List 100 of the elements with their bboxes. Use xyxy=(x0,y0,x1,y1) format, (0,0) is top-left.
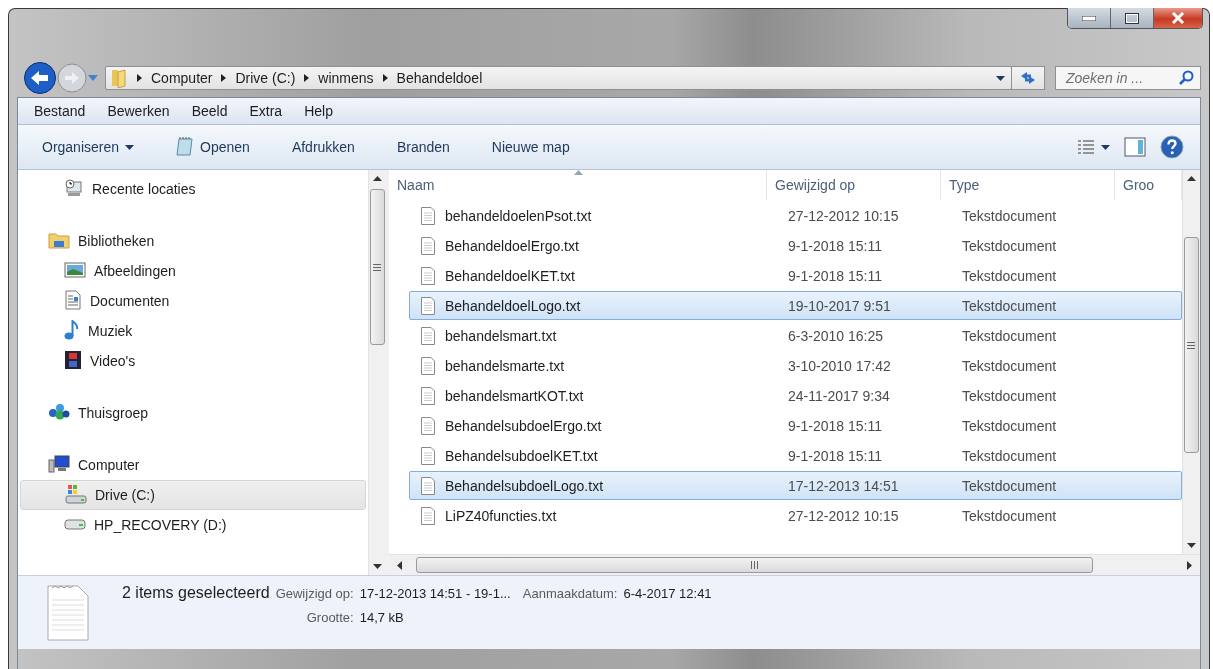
file-row[interactable]: BehandeldoelLogo.txt 19-10-2017 9:51 Tekstdocument xyxy=(409,291,1182,320)
menu-item[interactable]: Extra xyxy=(249,103,283,119)
detail-value: 17-12-2013 14:51 - 19-1... xyxy=(359,586,511,601)
breadcrumb[interactable]: Drive (C:) xyxy=(235,70,296,86)
column-header[interactable]: Naam xyxy=(389,170,767,200)
toolbar-button[interactable]: Nieuwe map xyxy=(491,139,570,155)
file-name: LiPZ40functies.txt xyxy=(445,507,557,524)
scroll-up-icon[interactable] xyxy=(373,176,382,181)
file-name: BehandeldoelErgo.txt xyxy=(445,237,579,254)
breadcrumb[interactable]: Computer xyxy=(151,70,213,86)
file-row[interactable]: behandelsmarte.txt 3-10-2010 17:42 Tekstdocument xyxy=(409,351,1182,380)
file-name: behandelsmart.txt xyxy=(445,327,557,344)
file-list-scrollbar[interactable] xyxy=(1182,170,1200,554)
text-file-icon xyxy=(420,475,436,496)
sidebar-item[interactable]: Recente locaties xyxy=(92,181,196,197)
breadcrumb[interactable]: winmens xyxy=(318,70,374,86)
music-note-icon xyxy=(64,319,80,340)
detail-label: Gewijzigd op: xyxy=(275,586,354,601)
file-row[interactable]: BehandelsubdoelKET.txt 9-1-2018 15:11 Tekstdocument xyxy=(409,441,1182,470)
menu-item[interactable]: Beeld xyxy=(191,103,228,119)
modified-date: 9-1-2018 15:11 xyxy=(788,417,883,434)
file-type: Tekstdocument xyxy=(962,417,1058,434)
sidebar-item[interactable]: Video's xyxy=(90,353,136,369)
sidebar-item[interactable]: Drive (C:) xyxy=(95,487,155,503)
detail-label: Grootte: xyxy=(305,610,354,625)
file-row[interactable]: BehandelsubdoelLogo.txt 17-12-2013 14:51 Tekstdocument xyxy=(409,471,1182,500)
grip-icon xyxy=(750,561,758,569)
minimize-button[interactable] xyxy=(1068,8,1111,28)
toolbar-button[interactable]: Branden xyxy=(396,139,450,155)
clock-computer-icon xyxy=(64,178,84,197)
chevron-icon xyxy=(382,74,388,82)
sidebar-item-highlight[interactable]: Drive (C:) xyxy=(20,480,366,510)
address-bar[interactable]: Computer Drive (C:) winmens Behandeldoel xyxy=(105,66,1012,90)
sidebar-item[interactable]: Thuisgroep xyxy=(78,405,149,421)
folder-icon xyxy=(110,68,128,88)
menu-item[interactable]: Bewerken xyxy=(107,103,170,119)
details-view-icon xyxy=(1077,140,1095,154)
sidebar-item[interactable]: Computer xyxy=(78,457,140,473)
text-file-icon xyxy=(420,355,436,376)
modified-date: 19-10-2017 9:51 xyxy=(788,297,892,314)
sidebar-item[interactable]: HP_RECOVERY (D:) xyxy=(94,517,227,533)
computer-icon xyxy=(48,454,70,473)
toolbar-button[interactable]: Afdrukken xyxy=(291,139,355,155)
sidebar-item[interactable]: Documenten xyxy=(90,293,170,309)
file-row[interactable]: behandelsmartKOT.txt 24-11-2017 9:34 Tekstdocument xyxy=(409,381,1182,410)
file-row[interactable]: behandeldoelenPsot.txt 27-12-2012 10:15 Tekstdocument xyxy=(409,201,1182,230)
help-icon[interactable] xyxy=(1160,135,1184,159)
caret-icon xyxy=(996,75,1005,81)
scroll-right-icon[interactable] xyxy=(1187,560,1192,570)
modified-date: 6-3-2010 16:25 xyxy=(788,327,884,344)
close-button[interactable] xyxy=(1154,8,1202,28)
sidebar-item[interactable]: Afbeeldingen xyxy=(94,263,176,279)
toolbar-button[interactable]: Openen xyxy=(176,137,250,157)
file-row[interactable]: BehandelsubdoelErgo.txt 9-1-2018 15:11 Tekstdocument xyxy=(409,411,1182,440)
scrollbar-thumb[interactable] xyxy=(1183,237,1199,453)
file-name: behandeldoelenPsot.txt xyxy=(445,207,592,224)
folder-icon xyxy=(48,230,70,249)
file-row[interactable]: LiPZ40functies.txt 27-12-2012 10:15 Tekstdocument xyxy=(409,501,1182,530)
modified-date: 24-11-2017 9:34 xyxy=(788,387,891,404)
sidebar-scrollbar[interactable] xyxy=(368,170,386,575)
file-row[interactable]: BehandeldoelErgo.txt 9-1-2018 15:11 Tekstdocument xyxy=(409,231,1182,260)
file-row[interactable]: behandelsmart.txt 6-3-2010 16:25 Tekstdocument xyxy=(409,321,1182,350)
column-header[interactable]: Type xyxy=(941,170,1115,200)
grip-icon xyxy=(1187,341,1195,349)
horizontal-scrollbar[interactable] xyxy=(389,554,1200,575)
file-name: BehandeldoelLogo.txt xyxy=(445,297,581,314)
scrollbar-thumb[interactable] xyxy=(416,557,1093,573)
text-file-icon xyxy=(420,415,436,436)
file-name: BehandelsubdoelErgo.txt xyxy=(445,417,602,434)
search-field[interactable]: Zoeken in ... xyxy=(1055,66,1201,90)
file-type: Tekstdocument xyxy=(962,267,1058,284)
sidebar-item[interactable]: Muziek xyxy=(88,323,133,339)
file-type: Tekstdocument xyxy=(962,477,1058,494)
text-file-icon xyxy=(420,325,436,346)
text-file-icon xyxy=(420,265,436,286)
maximize-button[interactable] xyxy=(1111,8,1154,28)
grip-icon xyxy=(373,263,381,271)
scroll-down-icon[interactable] xyxy=(373,564,382,569)
scrollbar-thumb[interactable] xyxy=(369,189,385,345)
menu-item[interactable]: Bestand xyxy=(34,103,86,119)
refresh-icon xyxy=(1019,70,1037,86)
sidebar-item[interactable]: Bibliotheken xyxy=(78,233,155,249)
file-name: BehandeldoelKET.txt xyxy=(445,267,575,284)
file-row[interactable]: BehandeldoelKET.txt 9-1-2018 15:11 Tekstdocument xyxy=(409,261,1182,290)
menu-item[interactable]: Help xyxy=(304,103,333,119)
scroll-up-icon[interactable] xyxy=(1187,176,1196,181)
text-file-icon xyxy=(420,445,436,466)
chevron-icon xyxy=(304,74,310,82)
toolbar-button[interactable]: Organiseren xyxy=(42,139,135,155)
preview-pane-icon[interactable] xyxy=(1124,137,1146,157)
column-header[interactable]: Gewijzigd op xyxy=(767,170,941,200)
homegroup-icon xyxy=(48,402,70,421)
refresh-button[interactable] xyxy=(1011,66,1045,90)
view-options-button[interactable] xyxy=(1077,140,1110,154)
modified-date: 9-1-2018 15:11 xyxy=(788,237,883,254)
scroll-down-icon[interactable] xyxy=(1187,543,1196,548)
drive-icon xyxy=(64,518,86,530)
scroll-left-icon[interactable] xyxy=(397,560,402,570)
breadcrumb[interactable]: Behandeldoel xyxy=(396,70,483,86)
back-button[interactable] xyxy=(23,61,57,95)
